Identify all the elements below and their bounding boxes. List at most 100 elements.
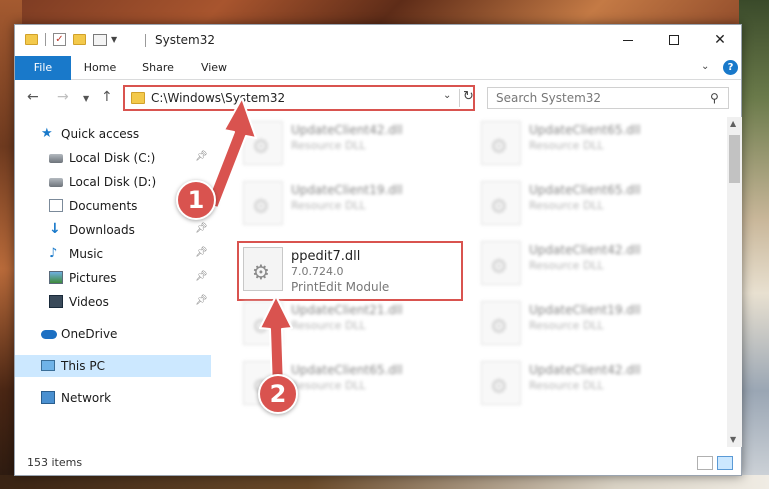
disk-icon [49, 154, 63, 163]
sidebar-item-network[interactable]: Network [15, 387, 211, 409]
refresh-icon[interactable]: ↻ [463, 89, 474, 104]
folder-icon[interactable] [25, 34, 38, 45]
documents-icon [49, 199, 63, 212]
expand-ribbon-chevron-down-icon[interactable]: ⌄ [701, 61, 709, 72]
recent-locations-chevron-down-icon[interactable]: ▼ [83, 94, 89, 103]
file-tile[interactable]: ⚙ UpdateClient65.dll Resource DLL [477, 177, 701, 231]
maximize-icon [669, 35, 679, 45]
sidebar-item-music[interactable]: ♪ Music 📌︎ [15, 243, 211, 265]
status-bar: 153 items [15, 451, 741, 475]
gear-icon: ⚙ [490, 314, 508, 338]
search-placeholder: Search System32 [496, 91, 602, 105]
details-view-icon[interactable] [697, 456, 713, 470]
sidebar-item-videos[interactable]: Videos 📌︎ [15, 291, 211, 313]
dll-file-icon: ⚙ [243, 247, 283, 291]
sidebar-item-this-pc[interactable]: This PC [15, 355, 211, 377]
downloads-icon: ↓ [49, 221, 61, 237]
file-description: Resource DLL [529, 379, 604, 392]
file-name: UpdateClient42.dll [529, 363, 641, 377]
tab-home[interactable]: Home [77, 56, 123, 80]
sidebar-item-label: This PC [61, 359, 105, 373]
pictures-icon [49, 271, 63, 284]
file-name: UpdateClient65.dll [529, 183, 641, 197]
file-tile[interactable]: ⚙ UpdateClient19.dll Resource DLL [477, 297, 701, 351]
customize-toolbar-chevron-down-icon[interactable]: ▼ [111, 35, 117, 44]
item-count: 153 items [27, 456, 83, 469]
back-arrow-icon[interactable]: ← [27, 89, 39, 105]
pc-icon [41, 360, 55, 371]
sidebar-item-pictures[interactable]: Pictures 📌︎ [15, 267, 211, 289]
sidebar-item-onedrive[interactable]: OneDrive [15, 323, 211, 345]
dll-file-icon: ⚙ [481, 301, 521, 345]
file-description: Resource DLL [529, 199, 604, 212]
help-icon[interactable]: ? [723, 60, 738, 75]
maximize-button[interactable] [651, 25, 697, 56]
pin-icon[interactable]: 📌︎ [195, 271, 208, 282]
scroll-up-arrow-icon[interactable]: ▲ [730, 119, 736, 128]
gear-icon: ⚙ [490, 194, 508, 218]
star-icon: ★ [41, 126, 53, 141]
dll-file-icon: ⚙ [481, 121, 521, 165]
address-history-chevron-down-icon[interactable]: ⌄ [443, 90, 451, 101]
new-folder-icon[interactable] [73, 34, 86, 45]
dll-file-icon: ⚙ [481, 181, 521, 225]
up-arrow-icon[interactable]: ↑ [101, 89, 113, 105]
quick-access-toolbar: ✓ ▼ [25, 33, 117, 46]
file-version: 7.0.724.0 [291, 265, 344, 278]
file-name: UpdateClient19.dll [291, 183, 403, 197]
file-tile-ppedit7[interactable]: ⚙ ppedit7.dll 7.0.724.0 PrintEdit Module [239, 243, 463, 297]
sidebar-item-label: Local Disk (C:) [69, 151, 156, 165]
close-button[interactable]: ✕ [697, 25, 743, 56]
file-name: UpdateClient65.dll [529, 123, 641, 137]
file-name: UpdateClient42.dll [529, 243, 641, 257]
gear-icon: ⚙ [490, 254, 508, 278]
folder-icon [131, 92, 145, 104]
forward-arrow-icon[interactable]: → [57, 89, 69, 105]
sidebar-item-label: Music [69, 247, 104, 261]
address-separator [459, 89, 460, 107]
file-description: Resource DLL [291, 139, 366, 152]
file-tile[interactable]: ⚙ UpdateClient42.dll Resource DLL [477, 357, 701, 411]
close-icon: ✕ [714, 32, 726, 48]
search-input[interactable]: Search System32 ⚲ [487, 87, 729, 109]
disk-icon [49, 178, 63, 187]
file-tile[interactable]: ⚙ UpdateClient42.dll Resource DLL [477, 237, 701, 291]
videos-icon [49, 295, 63, 308]
vertical-scrollbar[interactable]: ▲ ▼ [727, 117, 742, 447]
file-description: Resource DLL [529, 319, 604, 332]
properties-icon[interactable] [93, 33, 107, 46]
gear-icon: ⚙ [490, 374, 508, 398]
file-name: ppedit7.dll [291, 249, 361, 264]
minimize-icon [623, 39, 633, 41]
properties-check-icon[interactable]: ✓ [53, 33, 66, 46]
dll-file-icon: ⚙ [481, 361, 521, 405]
tiles-view-icon[interactable] [717, 456, 733, 470]
tab-file[interactable]: File [15, 56, 71, 80]
search-icon[interactable]: ⚲ [710, 91, 719, 105]
window-title: System32 [155, 33, 216, 47]
desktop-background-right [739, 0, 769, 489]
pin-icon[interactable]: 📌︎ [195, 295, 208, 306]
tab-share[interactable]: Share [135, 56, 181, 80]
music-icon: ♪ [49, 246, 58, 261]
file-description: Resource DLL [291, 199, 366, 212]
sidebar-item-label: Local Disk (D:) [69, 175, 157, 189]
minimize-button[interactable] [605, 25, 651, 56]
file-description: Resource DLL [529, 139, 604, 152]
file-tile[interactable]: ⚙ UpdateClient65.dll Resource DLL [477, 117, 701, 171]
title-bar: ✓ ▼ System32 ✕ [15, 25, 741, 56]
pin-icon[interactable]: 📌︎ [195, 247, 208, 258]
desktop-background-bottom [0, 475, 769, 489]
scrollbar-thumb[interactable] [729, 135, 740, 183]
file-name: UpdateClient19.dll [529, 303, 641, 317]
sidebar-item-label: Network [61, 391, 112, 405]
title-separator [145, 34, 146, 47]
tab-view[interactable]: View [191, 56, 237, 80]
file-name: UpdateClient42.dll [291, 123, 403, 137]
cloud-icon [41, 330, 57, 339]
gear-icon: ⚙ [490, 134, 508, 158]
sidebar-item-label: OneDrive [61, 327, 118, 341]
explorer-window: ✓ ▼ System32 ✕ File Home Share View ⌄ ? … [14, 24, 742, 476]
scroll-down-arrow-icon[interactable]: ▼ [730, 435, 736, 444]
ribbon: File Home Share View ⌄ ? [15, 56, 741, 80]
